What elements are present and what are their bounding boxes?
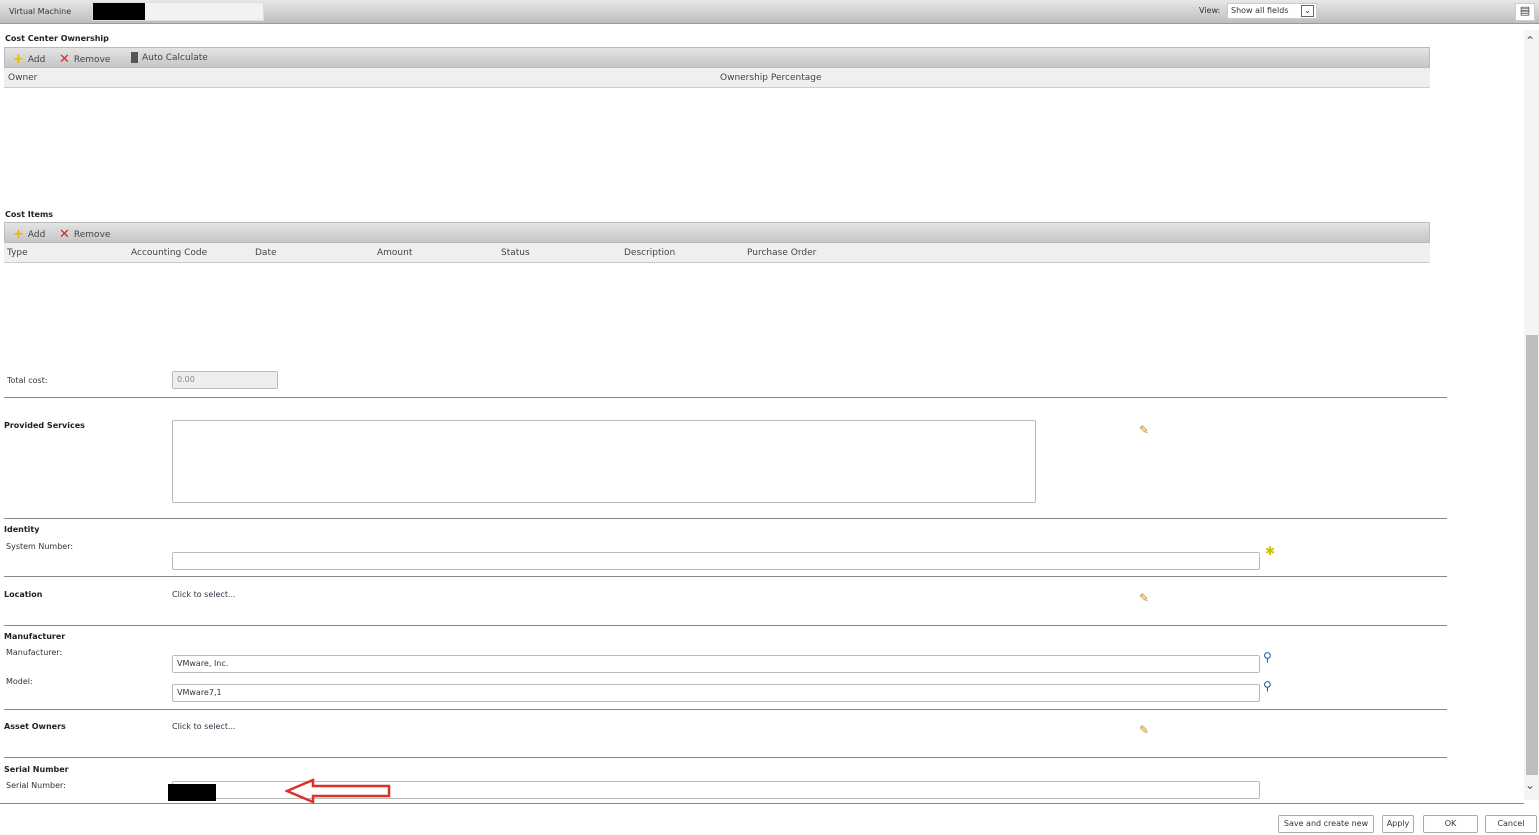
auto-label: Auto Calculate [142, 52, 208, 63]
add-icon: + [13, 52, 24, 67]
scroll-down-icon[interactable]: ⌄ [1525, 778, 1535, 792]
serial-number-title: Serial Number [4, 765, 69, 774]
column-status[interactable]: Status [501, 248, 530, 258]
redacted-serial [168, 784, 216, 801]
pencil-icon[interactable]: ✎ [1139, 423, 1149, 437]
total-cost-field: 0.00 [172, 371, 278, 389]
pencil-icon[interactable]: ✎ [1139, 591, 1149, 605]
cost-items-toolbar: + Add ✕ Remove [4, 222, 1430, 243]
cancel-button[interactable]: Cancel [1485, 815, 1537, 833]
cost-center-add-button[interactable]: + Add [13, 52, 45, 67]
model-label: Model: [6, 677, 33, 686]
chevron-down-icon: ⌄ [1301, 5, 1314, 17]
location-title: Location [4, 590, 43, 599]
search-icon[interactable]: ⚲ [1263, 650, 1272, 664]
generate-icon[interactable]: ✱ [1265, 544, 1275, 558]
provided-services-field[interactable] [172, 420, 1036, 503]
name-field[interactable] [92, 2, 264, 21]
pencil-icon[interactable]: ✎ [1139, 723, 1149, 737]
auto-calculate-button[interactable]: Auto Calculate [131, 52, 208, 63]
column-purchase-order[interactable]: Purchase Order [747, 248, 816, 258]
apply-button[interactable]: Apply [1382, 815, 1414, 833]
column-accounting-code[interactable]: Accounting Code [131, 248, 207, 258]
system-number-field[interactable] [172, 552, 1260, 570]
add-icon: + [13, 227, 24, 242]
red-arrow-annotation [285, 778, 391, 804]
divider [4, 397, 1447, 398]
add-label: Add [27, 54, 46, 65]
scrollbar-thumb[interactable] [1526, 335, 1538, 775]
cost-center-header: Owner Ownership Percentage [4, 68, 1430, 88]
cost-items-header: Type Accounting Code Date Amount Status … [4, 243, 1430, 263]
remove-label: Remove [73, 229, 111, 240]
column-ownership-percentage[interactable]: Ownership Percentage [720, 73, 821, 83]
system-number-label: System Number: [6, 542, 74, 551]
column-date[interactable]: Date [255, 248, 277, 258]
remove-icon: ✕ [59, 52, 70, 67]
view-label: View: [1199, 6, 1221, 15]
calculator-icon [131, 52, 138, 63]
identity-title: Identity [4, 525, 40, 534]
ok-button[interactable]: OK [1423, 815, 1478, 833]
divider [4, 576, 1447, 577]
add-label: Add [27, 229, 46, 240]
divider [4, 709, 1447, 710]
cost-center-title: Cost Center Ownership [5, 34, 109, 43]
asset-owners-title: Asset Owners [4, 722, 66, 731]
cost-items-remove-button[interactable]: ✕ Remove [59, 227, 110, 242]
divider [4, 518, 1447, 519]
view-select-value: Show all fields [1231, 6, 1289, 15]
remove-label: Remove [73, 54, 111, 65]
divider [4, 625, 1447, 626]
total-cost-label: Total cost: [7, 376, 48, 385]
column-amount[interactable]: Amount [377, 248, 412, 258]
serial-number-label: Serial Number: [6, 781, 66, 790]
column-owner[interactable]: Owner [8, 73, 37, 83]
cost-items-title: Cost Items [5, 210, 54, 219]
location-select-link[interactable]: Click to select... [172, 590, 236, 599]
divider [0, 803, 1524, 804]
redacted-name [93, 3, 145, 20]
search-icon[interactable]: ⚲ [1263, 679, 1272, 693]
window-title: Virtual Machine [9, 7, 72, 16]
view-select[interactable]: Show all fields ⌄ [1227, 3, 1317, 19]
column-description[interactable]: Description [624, 248, 675, 258]
cost-center-toolbar: + Add ✕ Remove Auto Calculate [4, 47, 1430, 68]
cost-center-remove-button[interactable]: ✕ Remove [59, 52, 110, 67]
cost-items-add-button[interactable]: + Add [13, 227, 45, 242]
layout-icon[interactable]: ▤ [1515, 3, 1535, 21]
provided-services-title: Provided Services [4, 421, 85, 430]
manufacturer-title: Manufacturer [4, 632, 66, 641]
scroll-up-icon[interactable]: ⌃ [1525, 34, 1535, 48]
manufacturer-field[interactable]: VMware, Inc. [172, 655, 1260, 673]
save-and-create-new-button[interactable]: Save and create new [1278, 815, 1374, 833]
model-field[interactable]: VMware7,1 [172, 684, 1260, 702]
divider [4, 757, 1447, 758]
remove-icon: ✕ [59, 227, 70, 242]
asset-owners-select-link[interactable]: Click to select... [172, 722, 236, 731]
manufacturer-label: Manufacturer: [6, 648, 63, 657]
column-type[interactable]: Type [7, 248, 28, 258]
